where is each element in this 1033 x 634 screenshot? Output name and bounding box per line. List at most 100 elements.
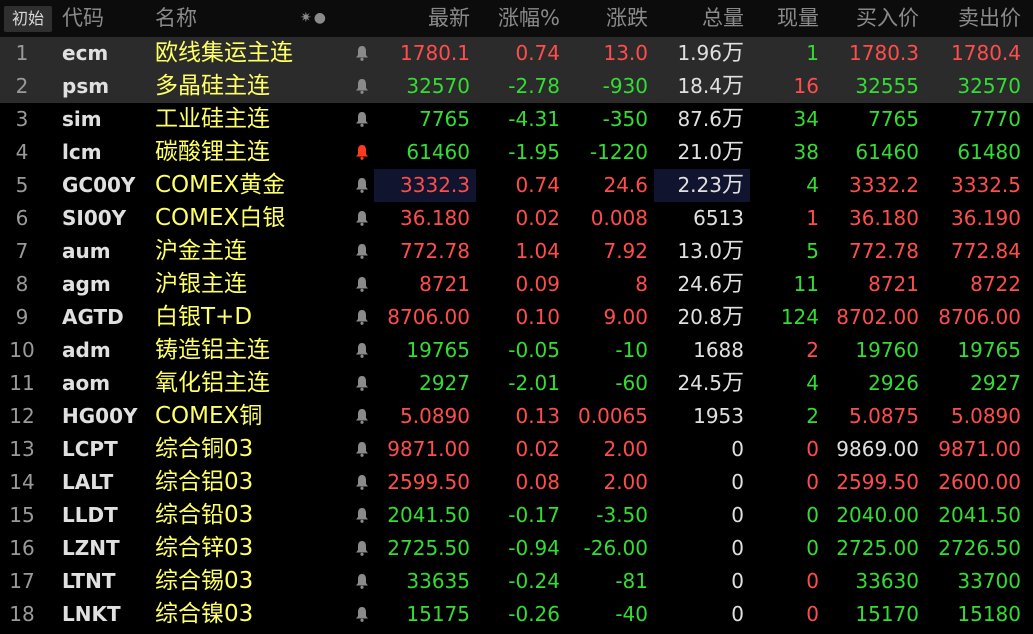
ask-price: 19765 [957,338,1021,362]
volume-value: 24.5 [677,371,722,395]
table-row[interactable]: 18 LNKT 综合镍03 15175 -0.26 -40 0 0 15170 15180 [0,598,1033,631]
column-header-code[interactable]: 代码 [62,0,104,33]
ask-price: 2927 [970,371,1021,395]
price-change: 24.6 [603,173,648,197]
total-volume: 0 [654,565,750,598]
bell-icon[interactable] [350,532,374,565]
change-percent: -0.26 [508,602,560,626]
table-row[interactable]: 7 aum 沪金主连 772.78 1.04 7.92 13.0万 5 772.78 772.84 [0,235,1033,268]
volume-unit: 万 [721,173,744,198]
bell-icon[interactable] [350,235,374,268]
bell-icon[interactable] [350,37,374,70]
tab-initial[interactable]: 初始 [4,6,52,32]
row-index: 6 [15,206,29,230]
bell-icon[interactable] [350,202,374,235]
bid-price: 33630 [855,569,919,593]
price-change: -26.00 [583,536,648,560]
column-header-pct[interactable]: 涨幅% [476,0,566,33]
ask-price: 2041.50 [938,503,1021,527]
current-volume: 5 [806,239,819,263]
table-row[interactable]: 2 psm 多晶硅主连 32570 -2.78 -930 18.4万 16 32555 32570 [0,70,1033,103]
table-row[interactable]: 10 adm 铸造铝主连 19765 -0.05 -10 1688 2 19760 19765 [0,334,1033,367]
header-settings-icons[interactable]: ✷● [300,0,328,37]
instrument-name: 沪金主连 [155,238,247,264]
bell-icon[interactable] [350,433,374,466]
bell-icon[interactable] [350,301,374,334]
table-row[interactable]: 14 LALT 综合铝03 2599.50 0.08 2.00 0 0 2599.50 2600.… [0,466,1033,499]
table-row[interactable]: 15 LLDT 综合铅03 2041.50 -0.17 -3.50 0 0 2040.00 204… [0,499,1033,532]
table-row[interactable]: 4 lcm 碳酸锂主连 61460 -1.95 -1220 21.0万 38 61460 6148… [0,136,1033,169]
bell-icon[interactable] [350,334,374,367]
table-row[interactable]: 11 aom 氧化铝主连 2927 -2.01 -60 24.5万 4 2926 2927 [0,367,1033,400]
column-header-change[interactable]: 涨跌 [566,0,654,33]
table-row[interactable]: 9 AGTD 白银T+D 8706.00 0.10 9.00 20.8万 124 8702.00… [0,301,1033,334]
instrument-name: COMEX黄金 [155,172,286,198]
bid-price: 5.0875 [849,404,919,428]
volume-unit: 万 [721,140,744,165]
bid-price: 9869.00 [836,437,919,461]
change-percent: -2.78 [508,74,560,98]
current-volume: 1 [806,41,819,65]
change-percent: 0.08 [515,470,560,494]
current-volume: 124 [780,305,819,329]
column-header-current-volume[interactable]: 现量 [750,0,825,33]
column-header-volume[interactable]: 总量 [654,0,750,33]
bid-price: 7765 [868,107,919,131]
current-volume: 38 [793,140,819,164]
table-row[interactable]: 12 HG00Y COMEX铜 5.0890 0.13 0.0065 1953 2 5.0875… [0,400,1033,433]
bell-icon[interactable] [350,367,374,400]
price-change: 9.00 [603,305,648,329]
table-row[interactable]: 8 agm 沪银主连 8721 0.09 8 24.6万 11 8721 8722 [0,268,1033,301]
column-header-ask[interactable]: 卖出价 [925,0,1027,33]
column-header-bid[interactable]: 买入价 [825,0,925,33]
table-row[interactable]: 3 sim 工业硅主连 7765 -4.31 -350 87.6万 34 7765 7770 [0,103,1033,136]
price-change: -1220 [589,140,648,164]
bell-icon[interactable] [350,565,374,598]
bid-price: 2040.00 [836,503,919,527]
volume-value: 0 [731,569,744,593]
bell-icon[interactable] [350,598,374,631]
volume-unit: 万 [721,239,744,264]
table-row[interactable]: 13 LCPT 综合铜03 9871.00 0.02 2.00 0 0 9869.00 9871.… [0,433,1033,466]
price-change: 7.92 [603,239,648,263]
table-row[interactable]: 16 LZNT 综合锌03 2725.50 -0.94 -26.00 0 0 2725.00 27… [0,532,1033,565]
column-header-last[interactable]: 最新 [374,0,476,33]
last-price: 2041.50 [387,503,470,527]
current-volume: 0 [806,536,819,560]
last-price: 5.0890 [400,404,470,428]
table-row[interactable]: 6 SI00Y COMEX白银 36.180 0.02 0.008 6513 1 36.180 3… [0,202,1033,235]
price-change: -930 [602,74,648,98]
change-percent: 0.13 [515,404,560,428]
volume-unit: 万 [721,74,744,99]
column-header-name[interactable]: 名称 [155,0,197,33]
table-row[interactable]: 5 GC00Y COMEX黄金 3332.3 0.74 24.6 2.23万 4 3332.2 3… [0,169,1033,202]
total-volume: 21.0万 [654,136,750,169]
volume-unit: 万 [721,272,744,297]
price-change: 2.00 [603,437,648,461]
bell-icon[interactable] [350,268,374,301]
bell-icon[interactable] [350,169,374,202]
ask-price: 2600.00 [938,470,1021,494]
volume-value: 1953 [693,404,744,428]
table-row[interactable]: 17 LTNT 综合锡03 33635 -0.24 -81 0 0 33630 33700 [0,565,1033,598]
bell-icon[interactable] [350,70,374,103]
total-volume: 87.6万 [654,103,750,136]
bell-icon[interactable] [350,499,374,532]
volume-value: 18.4 [677,74,722,98]
bid-price: 8721 [868,272,919,296]
current-volume: 0 [806,470,819,494]
total-volume: 1688 [654,334,750,367]
volume-value: 20.8 [677,305,722,329]
ask-price: 772.84 [951,239,1021,263]
row-index: 9 [15,305,29,329]
bell-icon[interactable] [350,103,374,136]
bell-icon[interactable] [350,400,374,433]
price-change: 0.008 [590,206,648,230]
instrument-code: LALT [62,470,114,494]
bell-alert-icon[interactable] [350,136,374,169]
price-change: -10 [615,338,648,362]
bell-icon[interactable] [350,466,374,499]
instrument-code: SI00Y [62,206,127,230]
table-row[interactable]: 1 ecm 欧线集运主连 1780.1 0.74 13.0 1.96万 1 1780.3 1780… [0,37,1033,70]
volume-value: 2.23 [677,173,722,197]
